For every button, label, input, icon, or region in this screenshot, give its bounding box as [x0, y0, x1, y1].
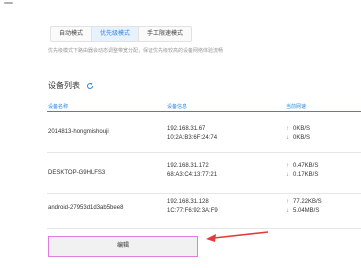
annotation-arrow [206, 231, 269, 242]
